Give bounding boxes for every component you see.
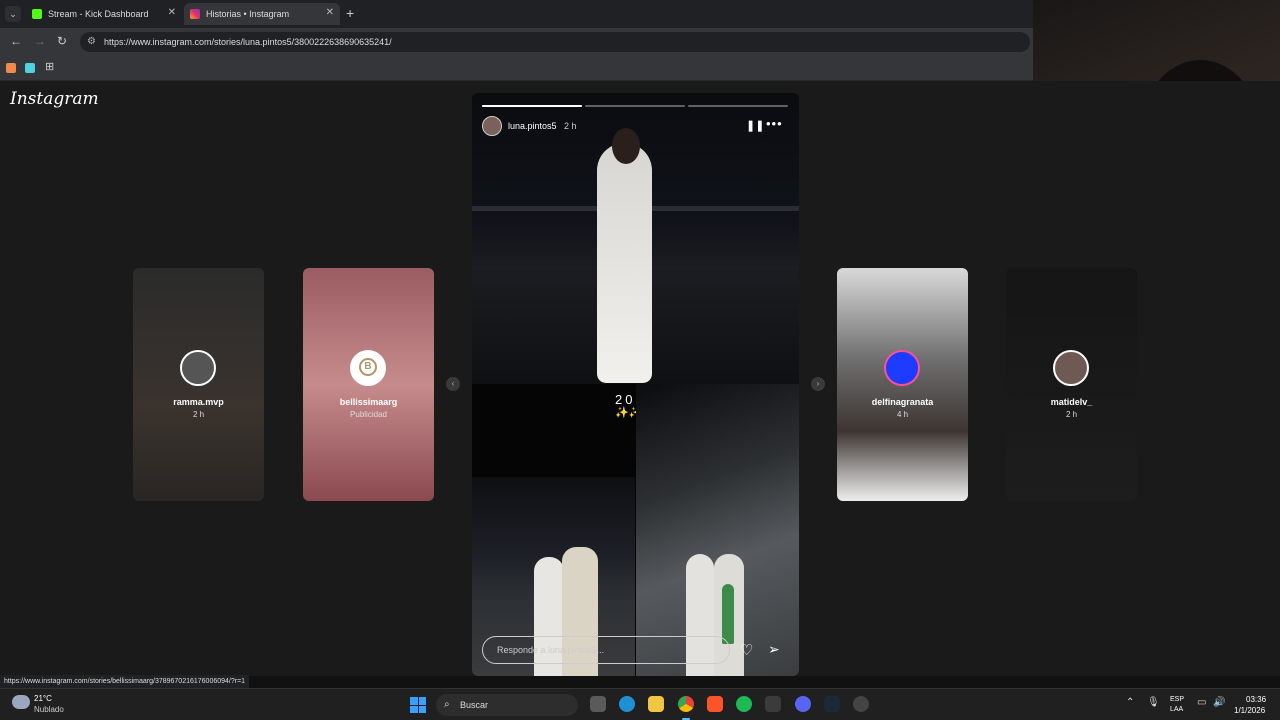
site-info-icon[interactable]: ⚙: [87, 32, 96, 52]
epic-games-icon[interactable]: [765, 696, 781, 712]
search-label: Buscar: [460, 700, 489, 710]
side-story-ramma[interactable]: ramma.mvp 2 h: [133, 268, 264, 501]
chrome-icon[interactable]: [678, 696, 694, 712]
photo-person: [597, 143, 652, 383]
more-options-icon[interactable]: •••: [766, 116, 783, 131]
bookmark-icon[interactable]: [25, 63, 35, 73]
clock-time[interactable]: 03:36: [1246, 695, 1266, 704]
weather-temperature[interactable]: 21°C: [34, 694, 52, 703]
story-time: 2 h: [192, 410, 205, 419]
search-icon: ⌕: [444, 699, 450, 710]
story-time: 4 h: [896, 410, 909, 419]
send-icon[interactable]: ➢: [768, 641, 780, 658]
link-preview-status: https://www.instagram.com/stories/bellis…: [0, 675, 250, 688]
bookmark-icon[interactable]: [6, 63, 16, 73]
task-view-icon[interactable]: [590, 696, 606, 712]
obs-icon[interactable]: [853, 696, 869, 712]
story-username[interactable]: luna.pintos5: [508, 121, 557, 131]
side-story-bellissima[interactable]: B bellissimaarg Publicidad: [303, 268, 434, 501]
next-story-arrow-icon[interactable]: ›: [811, 377, 825, 391]
story-username: delfinagranata: [871, 397, 934, 407]
story-photo-collage: 2026 ✨✨✨: [472, 384, 799, 676]
close-tab-icon[interactable]: ✕: [326, 7, 334, 18]
story-photo-top: [472, 93, 799, 384]
volume-icon[interactable]: 🔊: [1213, 697, 1225, 708]
collage-photo-right: [636, 384, 799, 676]
tab-instagram-stories[interactable]: Historias • Instagram ✕: [184, 3, 340, 25]
story-progress-bar: [688, 105, 788, 107]
tab-label: Stream - Kick Dashboard: [48, 9, 149, 19]
tab-label: Historias • Instagram: [206, 9, 290, 19]
avatar: [180, 350, 216, 386]
story-progress-bar: [585, 105, 685, 107]
photo-green-scarf: [722, 584, 734, 644]
start-icon[interactable]: [410, 697, 426, 713]
bookmarks-bar: ⊞: [0, 56, 1033, 81]
forward-icon[interactable]: →: [34, 34, 46, 48]
steam-icon[interactable]: [824, 696, 840, 712]
microphone-icon[interactable]: 🎙: [1147, 697, 1160, 708]
kick-favicon-icon: [32, 9, 42, 19]
reply-input[interactable]: Responde a luna.pintos5...: [482, 636, 730, 664]
instagram-logo[interactable]: Instagram: [10, 89, 99, 109]
weather-cloud-icon[interactable]: [12, 695, 30, 709]
discord-icon[interactable]: [795, 696, 811, 712]
instagram-favicon-icon: [190, 9, 200, 19]
avatar: [1053, 350, 1089, 386]
reload-icon[interactable]: ↻: [57, 34, 67, 48]
windows-taskbar: 21°C Nublado ⌕ Buscar ⌃ 🎙 ESP LAA ▭ 🔊 03…: [0, 688, 1280, 720]
story-sponsored: Publicidad: [350, 410, 387, 419]
browser-tab-bar: ⌄ Stream - Kick Dashboard ✕ Historias • …: [0, 0, 1033, 28]
story-header: luna.pintos5 2 h ❚❚ •••: [482, 116, 792, 136]
tab-kick-dashboard[interactable]: Stream - Kick Dashboard ✕: [26, 3, 182, 25]
input-language[interactable]: ESP: [1170, 696, 1184, 703]
apps-grid-icon[interactable]: ⊞: [45, 60, 54, 73]
folder-icon[interactable]: [648, 696, 664, 712]
weather-description[interactable]: Nublado: [34, 705, 64, 714]
story-time: 2 h: [1065, 410, 1078, 419]
clock-date[interactable]: 1/1/2026: [1234, 706, 1265, 715]
progress-fill: [482, 105, 582, 107]
input-layout[interactable]: LAA: [1170, 706, 1183, 713]
story-username: ramma.mvp: [173, 397, 224, 407]
instagram-stories-page: Instagram ramma.mvp 2 h B bellissimaarg …: [0, 81, 1280, 676]
avatar: [884, 350, 920, 386]
close-tab-icon[interactable]: ✕: [168, 7, 176, 18]
story-progress-bar: [482, 105, 582, 107]
story-username: bellissimaarg: [339, 397, 398, 407]
brave-icon[interactable]: [707, 696, 723, 712]
side-story-matidelv[interactable]: matidelv_ 2 h: [1006, 268, 1137, 501]
avatar: B: [350, 350, 386, 386]
tab-list-button[interactable]: ⌄: [5, 6, 21, 22]
back-icon[interactable]: ←: [10, 34, 22, 48]
address-bar-row: ← → ↻ ⚙ https://www.instagram.com/storie…: [0, 28, 1033, 56]
pause-icon[interactable]: ❚❚: [746, 119, 764, 132]
previous-story-arrow-icon[interactable]: ‹: [446, 377, 460, 391]
taskbar-search[interactable]: ⌕ Buscar: [436, 694, 578, 716]
bellissima-logo-icon: B: [359, 358, 377, 376]
avatar[interactable]: [482, 116, 502, 136]
main-story[interactable]: 2026 ✨✨✨ luna.pintos5 2 h ❚❚ ••• Respond…: [472, 93, 799, 676]
url-text: https://www.instagram.com/stories/luna.p…: [104, 37, 392, 47]
story-time: 2 h: [564, 121, 577, 131]
network-icon[interactable]: ▭: [1197, 697, 1206, 708]
show-hidden-icons-icon[interactable]: ⌃: [1126, 697, 1134, 708]
heart-icon[interactable]: ♡: [740, 641, 753, 659]
new-tab-button[interactable]: +: [346, 5, 354, 21]
edge-icon[interactable]: [619, 696, 635, 712]
url-input[interactable]: ⚙ https://www.instagram.com/stories/luna…: [80, 32, 1030, 52]
story-username: matidelv_: [1050, 397, 1093, 407]
spotify-icon[interactable]: [736, 696, 752, 712]
side-story-delfina[interactable]: delfinagranata 4 h: [837, 268, 968, 501]
